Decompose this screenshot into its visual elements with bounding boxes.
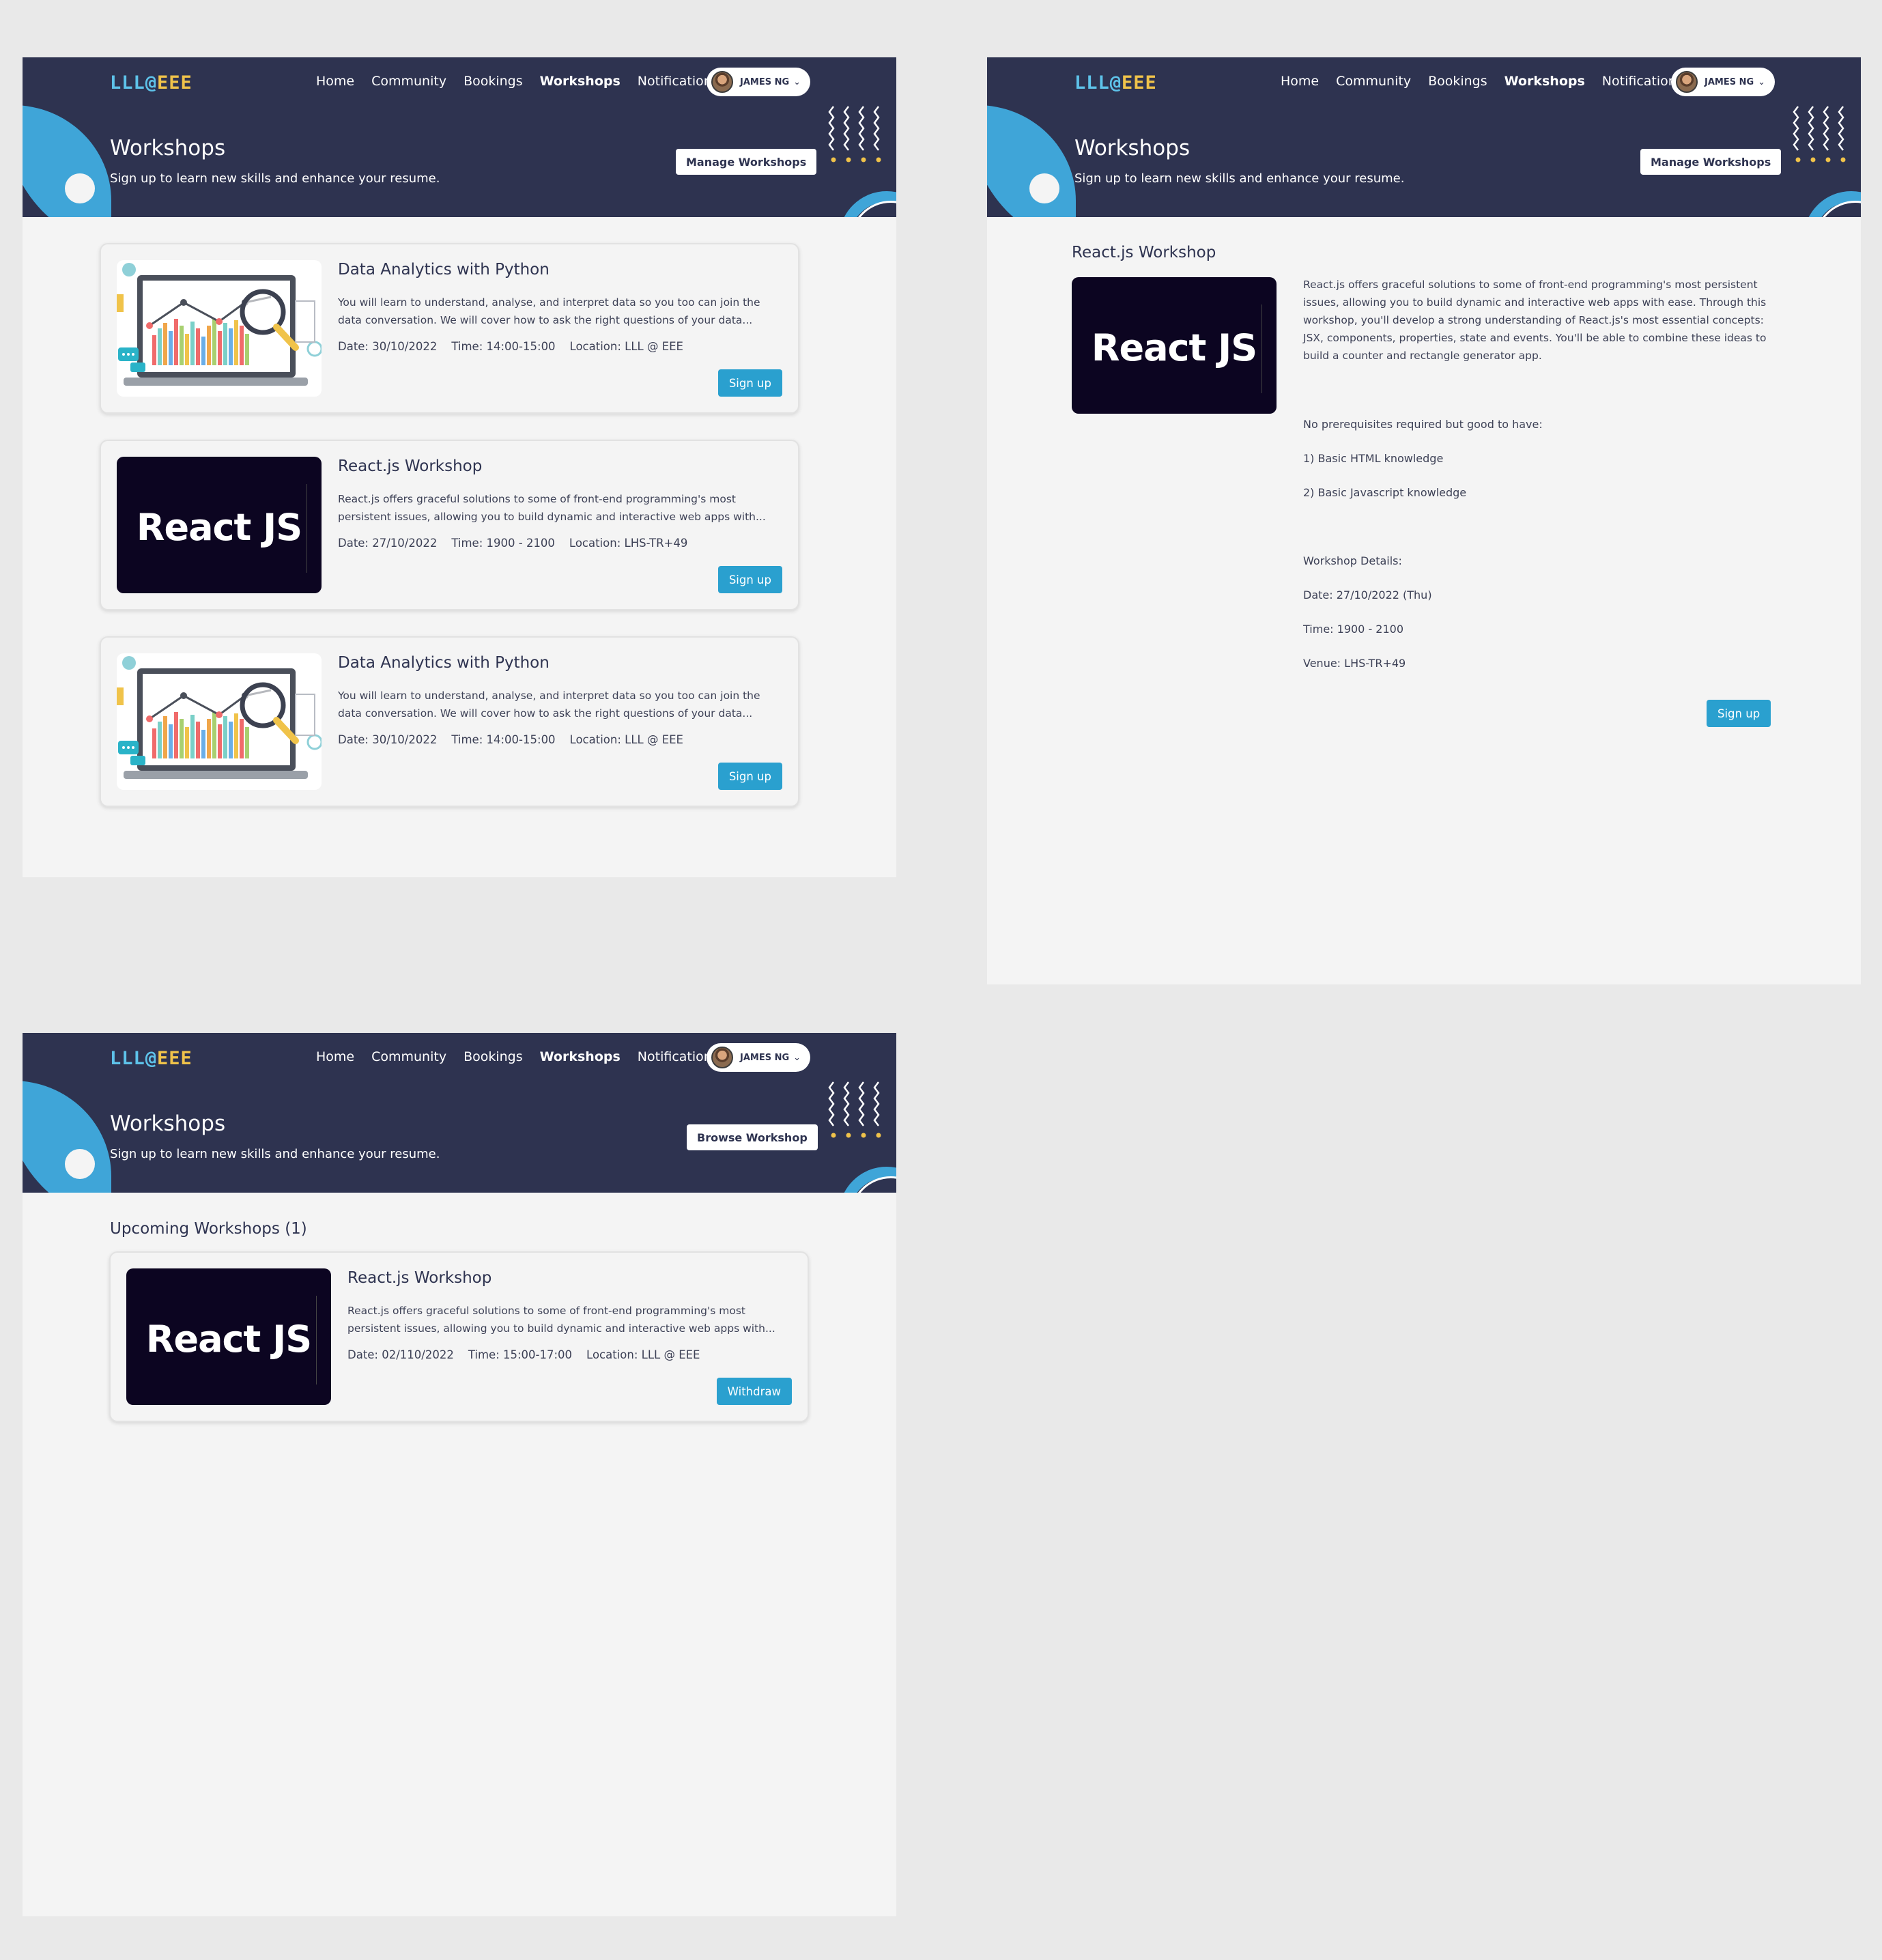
user-name: JAMES NG <box>740 76 790 87</box>
workshop-card: Data Analytics with Python You will lear… <box>100 243 799 414</box>
chevron-down-icon: ⌄ <box>793 76 801 87</box>
card-title: React.js Workshop <box>347 1269 492 1287</box>
page-title: Workshops <box>1074 136 1190 160</box>
decorative-blob <box>23 1081 111 1193</box>
card-title: Data Analytics with Python <box>338 654 550 672</box>
data-analytics-image <box>117 653 322 790</box>
nav-bookings[interactable]: Bookings <box>464 74 523 89</box>
decorative-blob <box>987 105 1076 217</box>
user-name: JAMES NG <box>740 1052 790 1063</box>
page-header: LLL@EEE Home Community Bookings Workshop… <box>987 57 1861 217</box>
avatar <box>1676 71 1698 93</box>
workshop-time: Time: 1900 - 2100 <box>1303 623 1404 636</box>
card-title: Data Analytics with Python <box>338 261 550 279</box>
manage-workshops-button[interactable]: Manage Workshops <box>676 149 817 175</box>
workshop-date: Date: 27/10/2022 (Thu) <box>1303 588 1432 601</box>
app-logo[interactable]: LLL@EEE <box>110 1048 193 1069</box>
app-logo[interactable]: LLL@EEE <box>110 72 193 94</box>
divider <box>306 484 307 573</box>
sign-up-button[interactable]: Sign up <box>717 566 782 593</box>
sign-up-button[interactable]: Sign up <box>717 763 782 790</box>
nav-home[interactable]: Home <box>1281 74 1319 89</box>
decorative-blob <box>23 105 111 217</box>
squiggle-decoration-icon <box>828 106 881 162</box>
data-analytics-image <box>117 260 322 397</box>
nav-home[interactable]: Home <box>316 74 354 89</box>
workshop-description: React.js offers graceful solutions to so… <box>1303 279 1767 362</box>
prerequisite-item: 1) Basic HTML knowledge <box>1303 452 1444 465</box>
react-js-image: React JS <box>126 1268 331 1405</box>
workshop-card: React JS React.js Workshop React.js offe… <box>100 440 799 610</box>
nav-home[interactable]: Home <box>316 1049 354 1064</box>
card-meta: Date: 30/10/2022 Time: 14:00-15:00 Locat… <box>338 733 683 746</box>
squiggle-decoration-icon <box>828 1081 881 1138</box>
nav-workshops[interactable]: Workshops <box>540 74 621 89</box>
details-heading: Workshop Details: <box>1303 554 1402 567</box>
page-header: LLL@EEE Home Community Bookings Workshop… <box>23 57 896 217</box>
decorative-circle <box>1029 173 1059 203</box>
card-description: React.js offers graceful solutions to so… <box>347 1305 775 1335</box>
workshop-card: Data Analytics with Python You will lear… <box>100 636 799 807</box>
workshop-venue: Venue: LHS-TR+49 <box>1303 657 1406 670</box>
nav-workshops[interactable]: Workshops <box>540 1049 621 1064</box>
card-description: You will learn to understand, analyse, a… <box>338 690 760 720</box>
react-js-image: React JS <box>117 457 322 593</box>
squiggle-decoration-icon <box>1793 106 1846 162</box>
browse-workshops-screen: LLL@EEE Home Community Bookings Workshop… <box>23 57 896 877</box>
chevron-down-icon: ⌄ <box>1758 76 1766 87</box>
card-description: React.js offers graceful solutions to so… <box>338 493 766 523</box>
divider <box>316 1296 317 1384</box>
page-header: LLL@EEE Home Community Bookings Workshop… <box>23 1033 896 1193</box>
page-subtitle: Sign up to learn new skills and enhance … <box>110 1147 440 1161</box>
withdraw-button[interactable]: Withdraw <box>716 1378 792 1405</box>
nav-community[interactable]: Community <box>371 74 446 89</box>
react-js-image: React JS <box>1072 277 1277 414</box>
nav-bookings[interactable]: Bookings <box>464 1049 523 1064</box>
user-name: JAMES NG <box>1705 76 1754 87</box>
nav-workshops[interactable]: Workshops <box>1505 74 1585 89</box>
page-title: Workshops <box>110 1111 226 1136</box>
nav-community[interactable]: Community <box>371 1049 446 1064</box>
prerequisite-item: 2) Basic Javascript knowledge <box>1303 486 1467 499</box>
card-meta: Date: 27/10/2022 Time: 1900 - 2100 Locat… <box>338 537 688 550</box>
card-title: React.js Workshop <box>338 457 483 475</box>
page-subtitle: Sign up to learn new skills and enhance … <box>110 171 440 186</box>
react-logo-text: React JS <box>1091 326 1257 369</box>
user-menu[interactable]: JAMES NG ⌄ <box>1671 68 1775 96</box>
card-description: You will learn to understand, analyse, a… <box>338 296 760 326</box>
user-menu[interactable]: JAMES NG ⌄ <box>707 1043 810 1072</box>
prerequisites-heading: No prerequisites required but good to ha… <box>1303 418 1543 431</box>
manage-workshops-button[interactable]: Manage Workshops <box>1640 149 1782 175</box>
page-subtitle: Sign up to learn new skills and enhance … <box>1074 171 1405 186</box>
card-meta: Date: 02/110/2022 Time: 15:00-17:00 Loca… <box>347 1348 700 1361</box>
browse-workshop-button[interactable]: Browse Workshop <box>687 1124 818 1150</box>
main-nav: Home Community Bookings Workshops Notifi… <box>316 74 736 89</box>
nav-bookings[interactable]: Bookings <box>1428 74 1487 89</box>
sign-up-button[interactable]: Sign up <box>1707 700 1771 727</box>
app-logo[interactable]: LLL@EEE <box>1074 72 1157 94</box>
page-title: Workshops <box>110 136 226 160</box>
sign-up-button[interactable]: Sign up <box>717 369 782 397</box>
avatar <box>711 71 733 93</box>
upcoming-workshops-heading: Upcoming Workshops (1) <box>110 1220 307 1238</box>
workshop-title: React.js Workshop <box>1072 244 1216 261</box>
workshop-card: React JS React.js Workshop React.js offe… <box>109 1251 809 1422</box>
manage-workshops-screen: LLL@EEE Home Community Bookings Workshop… <box>23 1033 896 1916</box>
decorative-circle <box>65 173 95 203</box>
avatar <box>711 1047 733 1068</box>
nav-community[interactable]: Community <box>1336 74 1411 89</box>
main-nav: Home Community Bookings Workshops Notifi… <box>316 1049 736 1064</box>
decorative-circle <box>65 1149 95 1179</box>
react-logo-text: React JS <box>136 506 302 549</box>
workshop-detail-screen: LLL@EEE Home Community Bookings Workshop… <box>987 57 1861 984</box>
divider <box>1261 304 1262 393</box>
chevron-down-icon: ⌄ <box>793 1052 801 1063</box>
main-nav: Home Community Bookings Workshops Notifi… <box>1281 74 1700 89</box>
card-meta: Date: 30/10/2022 Time: 14:00-15:00 Locat… <box>338 340 683 353</box>
react-logo-text: React JS <box>145 1318 312 1361</box>
user-menu[interactable]: JAMES NG ⌄ <box>707 68 810 96</box>
